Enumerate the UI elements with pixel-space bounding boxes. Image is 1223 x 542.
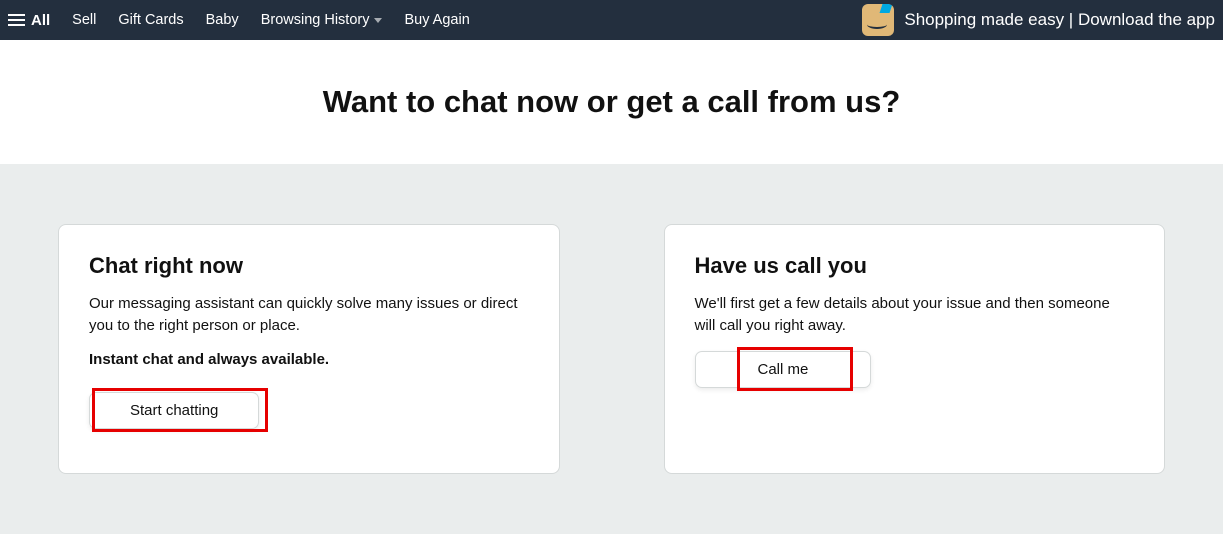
app-promo-text[interactable]: Shopping made easy | Download the app bbox=[904, 10, 1215, 30]
hero-section: Want to chat now or get a call from us? bbox=[0, 40, 1223, 164]
chat-card-note: Instant chat and always available. bbox=[89, 351, 529, 368]
nav-link-baby[interactable]: Baby bbox=[206, 12, 239, 28]
chat-card-desc: Our messaging assistant can quickly solv… bbox=[89, 293, 529, 337]
chat-button-wrap: Start chatting bbox=[89, 392, 259, 429]
call-card-title: Have us call you bbox=[695, 253, 1135, 279]
chat-card: Chat right now Our messaging assistant c… bbox=[58, 224, 560, 474]
nav-link-buy-again[interactable]: Buy Again bbox=[404, 12, 469, 28]
hamburger-menu[interactable]: All bbox=[8, 12, 50, 29]
cards-section: Chat right now Our messaging assistant c… bbox=[0, 164, 1223, 534]
hamburger-label: All bbox=[31, 12, 50, 29]
nav-link-sell[interactable]: Sell bbox=[72, 12, 96, 28]
nav-link-gift-cards[interactable]: Gift Cards bbox=[118, 12, 183, 28]
call-card: Have us call you We'll first get a few d… bbox=[664, 224, 1166, 474]
nav-right: Shopping made easy | Download the app bbox=[862, 4, 1215, 36]
top-nav: All Sell Gift Cards Baby Browsing Histor… bbox=[0, 0, 1223, 40]
app-download-icon[interactable] bbox=[862, 4, 894, 36]
call-button-wrap: Call me bbox=[695, 351, 872, 388]
start-chatting-button[interactable]: Start chatting bbox=[89, 392, 259, 429]
page-title: Want to chat now or get a call from us? bbox=[0, 84, 1223, 120]
call-card-desc: We'll first get a few details about your… bbox=[695, 293, 1135, 337]
chat-card-title: Chat right now bbox=[89, 253, 529, 279]
hamburger-icon bbox=[8, 14, 25, 26]
nav-left: All Sell Gift Cards Baby Browsing Histor… bbox=[8, 12, 470, 29]
nav-link-browsing-history[interactable]: Browsing History bbox=[261, 12, 383, 28]
call-me-button[interactable]: Call me bbox=[695, 351, 872, 388]
